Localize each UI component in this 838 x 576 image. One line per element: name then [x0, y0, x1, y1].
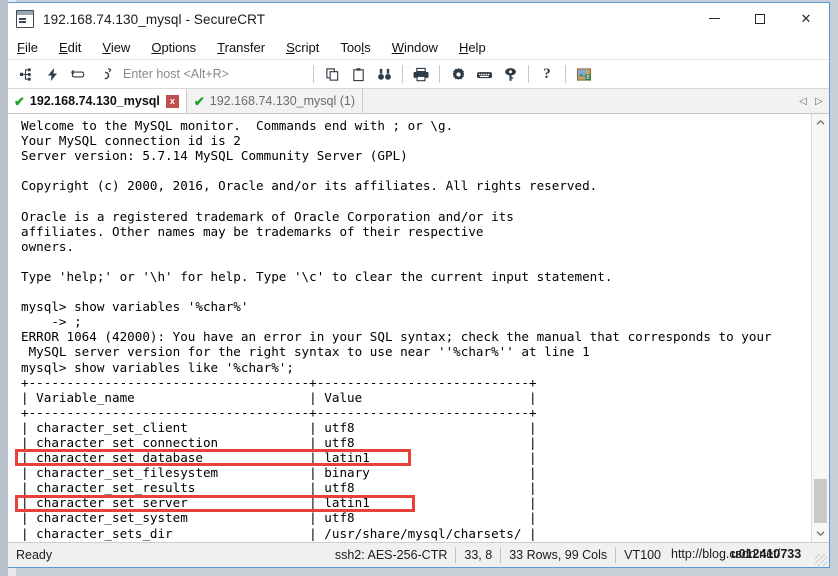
tab-192-168-74-130-mysql-1[interactable]: ✔ 192.168.74.130_mysql (1): [186, 89, 364, 113]
terminal-line: | character_set_results | utf8 |: [21, 480, 537, 496]
tab-close-button[interactable]: x: [165, 94, 179, 108]
terminal-output[interactable]: Welcome to the MySQL monitor. Commands e…: [7, 114, 811, 542]
host-input[interactable]: Enter host <Alt+R>: [117, 67, 308, 81]
print-icon[interactable]: [408, 62, 434, 86]
menu-item-help[interactable]: Help: [449, 38, 496, 57]
status-emulation: VT100: [624, 548, 661, 562]
tab-scroll-left-icon[interactable]: ◁: [795, 96, 811, 107]
scrollbar-thumb[interactable]: [814, 479, 827, 523]
terminal-line: Your MySQL connection id is 2: [21, 133, 241, 149]
connected-check-icon: ✔: [14, 93, 25, 109]
status-cursor-position: 33, 8: [464, 548, 493, 562]
help-icon[interactable]: ?: [534, 62, 560, 86]
tab-label: 192.168.74.130_mysql: [29, 94, 160, 108]
menu-item-view[interactable]: View: [92, 38, 140, 57]
terminal-line: -> ;: [21, 314, 82, 330]
toolbar-divider: [439, 65, 440, 83]
terminal-line: | Variable_name | Value |: [21, 389, 537, 405]
settings-icon[interactable]: [445, 62, 471, 86]
key-icon[interactable]: [497, 62, 523, 86]
tab-label: 192.168.74.130_mysql (1): [209, 94, 356, 108]
menu-item-script[interactable]: Script: [276, 38, 329, 57]
status-cipher: ssh2: AES-256-CTR: [334, 548, 448, 562]
status-bar: Ready ssh2: AES-256-CTR 33, 8 33 Rows, 9…: [7, 542, 829, 567]
minimize-icon[interactable]: [691, 3, 737, 34]
terminal-line: Server version: 5.7.14 MySQL Community S…: [21, 148, 408, 164]
terminal-line: +-------------------------------------+-…: [21, 374, 537, 390]
toolbar-divider: [528, 65, 529, 83]
scroll-down-icon[interactable]: [812, 525, 829, 542]
terminal-line: Type 'help;' or '\h' for help. Type '\c'…: [21, 268, 613, 284]
svg-text:8: 8: [586, 75, 589, 81]
tool-bar: Enter host <Alt+R> ? 8: [7, 60, 829, 89]
menu-item-file[interactable]: File: [7, 38, 48, 57]
terminal-line: | character_set_filesystem | binary |: [21, 465, 537, 481]
terminal-line: MySQL server version for the right synta…: [21, 344, 590, 360]
terminal-line: +-------------------------------------+-…: [21, 404, 537, 420]
title-bar: 192.168.74.130_mysql - SecureCRT ✕: [7, 3, 829, 35]
tab-scroll-right-icon[interactable]: ▷: [811, 96, 827, 107]
menu-item-options[interactable]: Options: [141, 38, 206, 57]
terminal-line: Copyright (c) 2000, 2016, Oracle and/or …: [21, 178, 598, 194]
connected-check-icon: ✔: [193, 93, 205, 109]
watermark-user: u012410733: [731, 547, 802, 561]
menu-item-transfer[interactable]: Transfer: [207, 38, 275, 57]
close-icon[interactable]: ✕: [783, 3, 829, 34]
menu-item-edit[interactable]: Edit: [49, 38, 91, 57]
status-message: Ready: [16, 548, 53, 562]
terminal-line: | character_set_server | latin1 |: [21, 495, 537, 511]
keymap-icon[interactable]: [471, 62, 497, 86]
menu-item-window[interactable]: Window: [382, 38, 448, 57]
tab-bar: ✔ 192.168.74.130_mysql x ✔ 192.168.74.13…: [7, 89, 829, 114]
securecrt-window: 192.168.74.130_mysql - SecureCRT ✕ File …: [6, 2, 830, 568]
terminal-line: affiliates. Other names may be trademark…: [21, 223, 484, 239]
disconnect-icon[interactable]: [91, 62, 117, 86]
tab-192-168-74-130-mysql[interactable]: ✔ 192.168.74.130_mysql x: [7, 89, 187, 113]
menu-bar: File Edit View Options Transfer Script T…: [7, 35, 829, 60]
terminal-line: | character_set_client | utf8 |: [21, 419, 537, 435]
terminal-line: | character_set_connection | utf8 |: [21, 434, 537, 450]
reconnect-icon[interactable]: [65, 62, 91, 86]
terminal-line: Oracle is a registered trademark of Orac…: [21, 208, 514, 224]
window-title: 192.168.74.130_mysql - SecureCRT: [43, 11, 266, 27]
desktop-backdrop: 192.168.74.130_mysql - SecureCRT ✕ File …: [0, 0, 838, 576]
terminal-line: | character_sets_dir | /usr/share/mysql/…: [21, 525, 537, 541]
terminal-window-icon: [16, 10, 34, 28]
terminal-line: | character_set_system | utf8 |: [21, 510, 537, 526]
menu-item-tools[interactable]: Tools: [330, 38, 380, 57]
terminal-line: | character_set_database | latin1 |: [21, 450, 537, 466]
toolbar-divider: [565, 65, 566, 83]
image-icon[interactable]: 8: [571, 62, 597, 86]
window-controls: ✕: [691, 3, 829, 34]
terminal-line: mysql> show variables like '%char%';: [21, 359, 294, 375]
toolbar-divider: [313, 65, 314, 83]
watermark-container: http://blog.csdn.net/ u012410733: [669, 543, 829, 567]
status-dimensions: 33 Rows, 99 Cols: [509, 548, 608, 562]
terminal-line: owners.: [21, 238, 75, 254]
resize-grip-icon[interactable]: [815, 554, 827, 566]
terminal-line: Welcome to the MySQL monitor. Commands e…: [21, 118, 454, 133]
connect-icon[interactable]: [13, 62, 39, 86]
terminal-line: mysql> show variables '%char%': [21, 299, 249, 315]
tab-scroll-controls: ◁ ▷: [795, 89, 827, 113]
quick-connect-icon[interactable]: [39, 62, 65, 86]
terminal-scrollbar[interactable]: [811, 114, 829, 542]
scroll-up-icon[interactable]: [812, 114, 829, 131]
find-icon[interactable]: [371, 62, 397, 86]
maximize-icon[interactable]: [737, 3, 783, 34]
terminal-line: ERROR 1064 (42000): You have an error in…: [21, 329, 772, 345]
toolbar-divider: [402, 65, 403, 83]
paste-icon[interactable]: [345, 62, 371, 86]
terminal-area: Welcome to the MySQL monitor. Commands e…: [7, 114, 829, 542]
copy-icon[interactable]: [319, 62, 345, 86]
